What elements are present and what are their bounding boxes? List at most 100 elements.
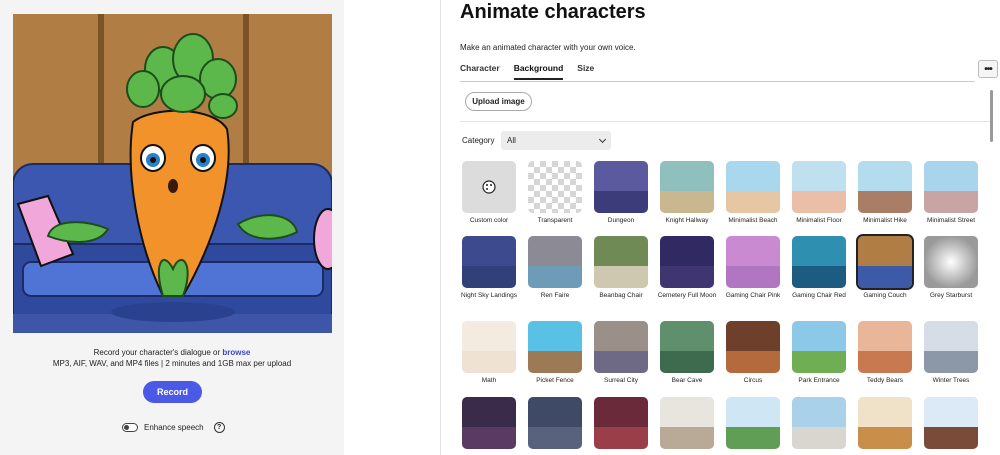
background-thumbnail[interactable] xyxy=(924,321,978,373)
background-tile[interactable] xyxy=(726,397,780,452)
background-tile[interactable] xyxy=(462,397,516,452)
background-thumbnail[interactable] xyxy=(726,321,780,373)
background-tile[interactable] xyxy=(792,397,846,452)
enhance-speech-toggle[interactable] xyxy=(122,423,138,432)
background-tile[interactable]: Gaming Couch xyxy=(856,234,914,300)
background-tile[interactable]: Cemetery Full Moon xyxy=(658,236,716,300)
background-thumbnail[interactable] xyxy=(594,236,648,288)
background-tile[interactable]: Beanbag Chair xyxy=(594,236,648,300)
background-thumbnail[interactable] xyxy=(726,236,780,288)
background-tile[interactable] xyxy=(858,397,912,452)
carrot-character-illustration xyxy=(13,14,332,333)
background-tile[interactable]: Custom color xyxy=(462,161,516,225)
background-tile[interactable]: Night Sky Landings xyxy=(461,236,517,300)
background-thumbnail[interactable] xyxy=(660,236,714,288)
background-tile[interactable]: Winter Trees xyxy=(924,321,978,385)
tab-background[interactable]: Background xyxy=(513,63,564,80)
thumbnail-image xyxy=(660,161,714,213)
record-button[interactable]: Record xyxy=(143,381,202,403)
background-thumbnail[interactable] xyxy=(858,161,912,213)
file-format-info: MP3, AIF, WAV, and MP4 files | 2 minutes… xyxy=(52,359,292,368)
background-thumbnail[interactable] xyxy=(594,397,648,449)
background-tile[interactable]: Bear Cave xyxy=(660,321,714,385)
background-thumbnail[interactable] xyxy=(792,321,846,373)
thumbnail-image xyxy=(462,397,516,449)
background-tile[interactable]: Circus xyxy=(726,321,780,385)
thumbnail-image xyxy=(462,321,516,373)
background-thumbnail[interactable] xyxy=(726,161,780,213)
background-thumbnail[interactable] xyxy=(660,397,714,449)
page-title: Animate characters xyxy=(460,1,646,23)
background-thumbnail[interactable] xyxy=(528,236,582,288)
scrollbar[interactable] xyxy=(990,90,993,142)
background-label: Gaming Chair Red xyxy=(792,292,846,299)
background-thumbnail[interactable] xyxy=(462,236,516,288)
background-tile[interactable] xyxy=(660,397,714,452)
help-icon[interactable]: ? xyxy=(213,422,225,433)
background-label: Minimalist Floor xyxy=(796,217,842,224)
background-thumbnail[interactable] xyxy=(858,321,912,373)
category-select[interactable]: All xyxy=(501,131,611,150)
background-thumbnail[interactable] xyxy=(660,161,714,213)
browse-link[interactable]: browse xyxy=(222,348,250,357)
background-tile[interactable] xyxy=(594,397,648,452)
background-thumbnail[interactable] xyxy=(594,321,648,373)
background-label: Grey Starburst xyxy=(929,292,973,299)
background-thumbnail[interactable] xyxy=(792,161,846,213)
record-prefix: Record your character's dialogue or xyxy=(93,348,221,357)
background-thumbnail[interactable] xyxy=(528,321,582,373)
background-thumbnail[interactable] xyxy=(462,321,516,373)
tab-size[interactable]: Size xyxy=(577,63,594,80)
tab-character[interactable]: Character xyxy=(460,63,500,80)
background-thumbnail[interactable] xyxy=(462,397,516,449)
background-tile[interactable]: Knight Hallway xyxy=(660,161,714,225)
background-thumbnail[interactable] xyxy=(660,321,714,373)
background-thumbnail[interactable] xyxy=(924,397,978,449)
background-tile[interactable]: Minimalist Beach xyxy=(726,161,780,225)
more-options-button[interactable]: ••• xyxy=(978,60,998,78)
background-tile[interactable]: Picket Fence xyxy=(528,321,582,385)
background-tile[interactable] xyxy=(528,397,582,452)
background-tile[interactable]: Gaming Chair Pink xyxy=(726,236,780,300)
background-tile[interactable]: Gaming Chair Red xyxy=(792,236,846,300)
thumbnail-image xyxy=(528,321,582,373)
background-tile[interactable]: Surreal City xyxy=(594,321,648,385)
background-tile[interactable]: Grey Starburst xyxy=(924,236,978,300)
background-label: Circus xyxy=(743,377,763,384)
settings-panel: Animate characters Make an animated char… xyxy=(441,0,1000,455)
background-label: Winter Trees xyxy=(932,377,970,384)
background-tile[interactable]: Dungeon xyxy=(594,161,648,225)
thumbnail-image xyxy=(792,236,846,288)
background-thumbnail[interactable] xyxy=(792,236,846,288)
background-thumbnail[interactable] xyxy=(726,397,780,449)
background-thumbnail[interactable] xyxy=(858,397,912,449)
thumbnail-image xyxy=(462,236,516,288)
background-label: Math xyxy=(481,377,497,384)
background-tile[interactable]: Transparent xyxy=(528,161,582,225)
background-thumbnail[interactable] xyxy=(594,161,648,213)
thumbnail-image xyxy=(462,161,516,213)
background-tile[interactable]: Minimalist Street xyxy=(924,161,978,225)
background-tile[interactable] xyxy=(924,397,978,452)
record-instructions: Record your character's dialogue or brow… xyxy=(0,348,344,357)
thumbnail-image xyxy=(924,236,978,288)
background-tile[interactable]: Minimalist Hike xyxy=(858,161,912,225)
background-tile[interactable]: Park Entrance xyxy=(792,321,846,385)
background-tile[interactable]: Ren Faire xyxy=(528,236,582,300)
background-thumbnail[interactable] xyxy=(792,397,846,449)
background-tile[interactable]: Math xyxy=(462,321,516,385)
background-label: Beanbag Chair xyxy=(599,292,643,299)
background-tile[interactable]: Minimalist Floor xyxy=(792,161,846,225)
upload-image-button[interactable]: Upload image xyxy=(465,92,532,111)
page-subtitle: Make an animated character with your own… xyxy=(460,43,636,52)
background-tile[interactable]: Teddy Bears xyxy=(858,321,912,385)
background-thumbnail[interactable] xyxy=(924,161,978,213)
background-label: Custom color xyxy=(469,217,509,224)
background-label: Bear Cave xyxy=(671,377,703,384)
background-label: Gaming Chair Pink xyxy=(725,292,781,299)
background-thumbnail[interactable] xyxy=(528,397,582,449)
background-thumbnail[interactable] xyxy=(462,161,516,213)
background-thumbnail[interactable] xyxy=(924,236,978,288)
background-thumbnail[interactable] xyxy=(528,161,582,213)
background-thumbnail[interactable] xyxy=(856,234,914,290)
